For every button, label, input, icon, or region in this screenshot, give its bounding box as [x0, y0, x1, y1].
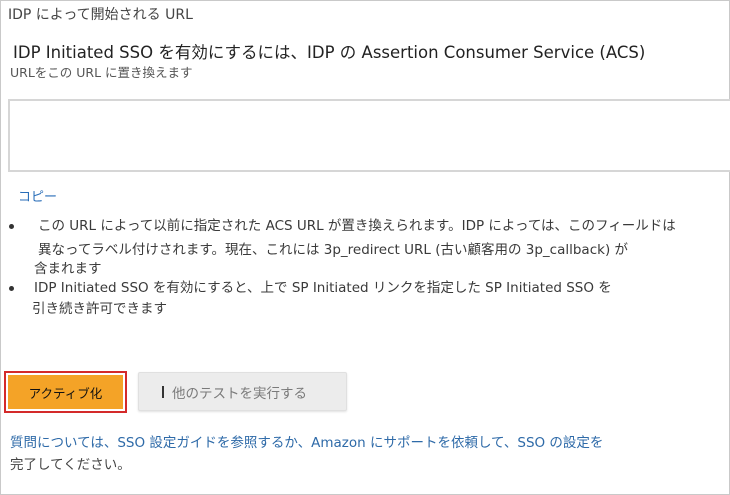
help-text-line: 完了してください。: [10, 457, 131, 473]
bullet-dot-icon: [9, 224, 14, 229]
bullet-text-line: 異なってラベル付けされます。現在、これには 3p_redirect URL (古…: [38, 241, 628, 258]
section-title: IDP によって開始される URL: [8, 7, 193, 23]
copy-link[interactable]: コピー: [18, 186, 57, 205]
acs-heading: IDP Initiated SSO を有効にするには、IDP の Asserti…: [13, 43, 646, 62]
info-bullet-list: この URL によって以前に指定された ACS URL が置き換えられます。ID…: [1, 217, 730, 320]
bullet-dot-icon: [9, 285, 14, 291]
activate-button-label: アクティブ化: [8, 375, 123, 409]
bullet-text-line: IDP Initiated SSO を有効にすると、上で SP Initiate…: [34, 279, 612, 296]
activate-button[interactable]: アクティブ化: [4, 371, 127, 413]
text-cursor-icon: [162, 385, 164, 398]
sso-settings-panel: IDP によって開始される URL IDP Initiated SSO を有効に…: [0, 0, 730, 495]
list-item: この URL によって以前に指定された ACS URL が置き換えられます。ID…: [1, 217, 730, 280]
bullet-text-line: この URL によって以前に指定された ACS URL が置き換えられます。ID…: [38, 218, 676, 234]
list-item: IDP Initiated SSO を有効にすると、上で SP Initiate…: [1, 279, 730, 320]
idp-initiated-url-field[interactable]: [8, 99, 730, 172]
help-text: 質問については、SSO 設定ガイドを参照するか、Amazon にサポートを依頼し…: [10, 432, 603, 476]
bullet-text-line: 含まれます: [34, 261, 102, 277]
run-other-tests-label: 他のテストを実行する: [172, 385, 307, 402]
run-other-tests-button[interactable]: 他のテストを実行する: [138, 372, 347, 411]
bullet-text-line: 引き続き許可できます: [32, 301, 167, 317]
acs-subheading: URLをこの URL に置き換えます: [10, 65, 193, 80]
help-text-line: 質問については、SSO 設定ガイドを参照するか、Amazon にサポートを依頼し…: [10, 435, 604, 451]
